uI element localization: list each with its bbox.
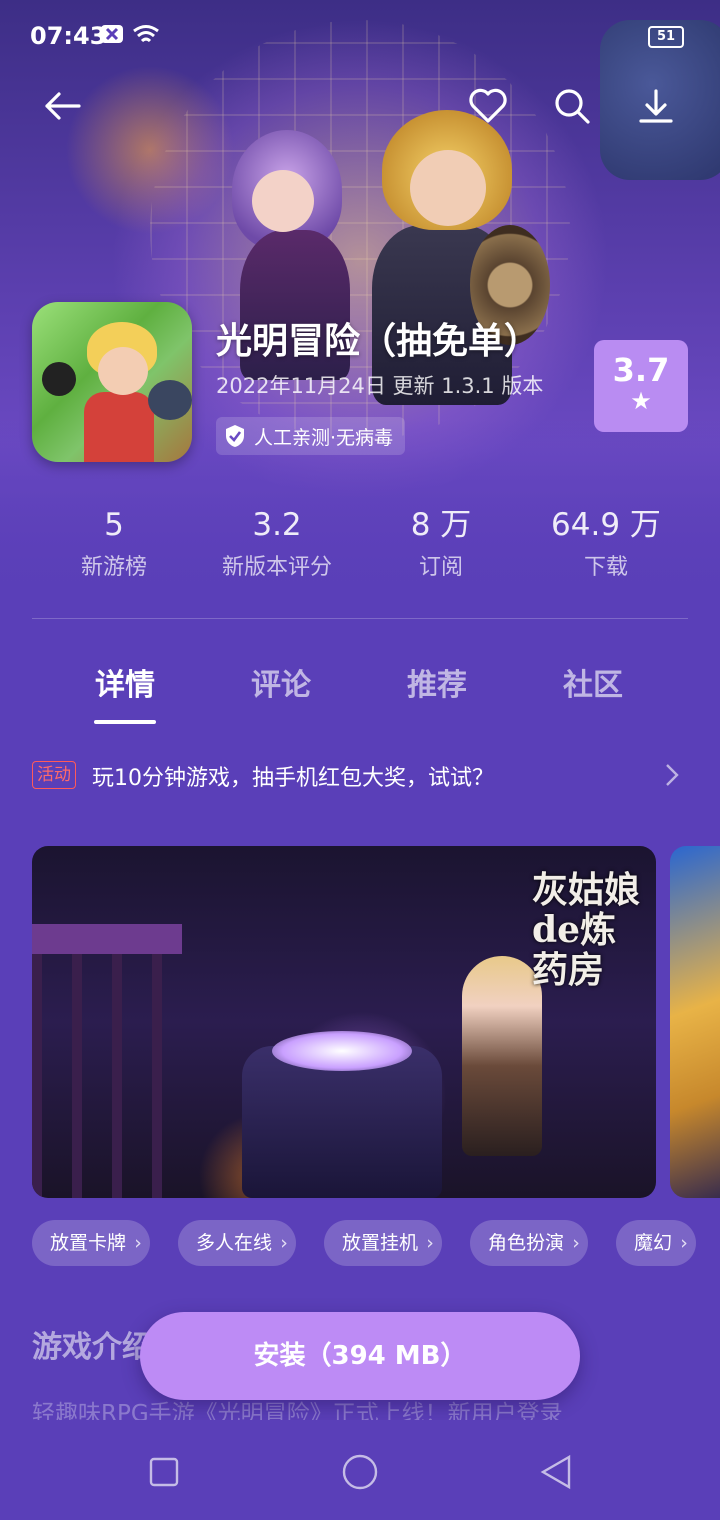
screenshot-cage-top [32,924,182,954]
tag-chip[interactable]: 多人在线 › [178,1220,297,1266]
back-button[interactable] [38,82,86,130]
heart-icon [469,88,507,123]
stat-label: 订阅 [418,555,463,580]
tag-label: 魔幻 [634,1232,673,1254]
search-icon [555,89,590,124]
chevron-right-icon [666,764,679,786]
shield-check-icon [226,425,244,447]
install-button[interactable]: 安装（394 MB） [140,1312,580,1400]
search-button[interactable] [548,82,596,130]
tag-chip[interactable]: 放置挂机 › [324,1220,443,1266]
divider [32,618,688,619]
hero-girl-face [252,170,314,232]
stat-value: 3.2 [252,507,302,543]
promo-tag: 活动 [32,761,76,789]
home-button[interactable] [340,1452,380,1492]
safety-badge-label: 人工亲测·无病毒 [254,426,394,449]
intro-title: 游戏介绍 [32,1330,152,1365]
tag-label: 放置挂机 [342,1232,419,1254]
wifi-icon [132,24,160,51]
star-icon: ★ [630,387,652,415]
app-title: 光明冒险（抽免单） [216,321,541,362]
chevron-right-icon: › [134,1232,142,1254]
tag-chip[interactable]: 放置卡牌 › [32,1220,151,1266]
stat-subscriptions[interactable]: 8 万 订阅 [361,505,521,581]
stat-label: 下载 [583,555,628,580]
screenshot-character [462,956,542,1156]
chevron-right-icon: › [680,1232,688,1254]
stat-value: 5 [104,507,124,543]
tab-indicator [94,720,156,724]
stat-value: 8 万 [410,507,472,543]
tab-community[interactable]: 社区 [563,660,623,704]
app-icon [32,302,192,462]
hero-boy-face [410,150,486,226]
promo-banner[interactable]: 活动 玩10分钟游戏，抽手机红包大奖，试试？ [32,756,688,796]
chevron-right-icon: › [426,1232,434,1254]
stat-rank[interactable]: 5 新游榜 [34,505,194,581]
app-icon-monster [148,380,192,420]
tab-reviews[interactable]: 评论 [251,660,311,704]
square-nav-icon [149,1457,179,1487]
stat-downloads[interactable]: 64.9 万 下载 [526,505,686,581]
tag-chip[interactable]: 魔幻 › [616,1220,697,1266]
app-icon-body [84,392,154,462]
status-bar: 07:43 51 [0,0,720,74]
tab-recommend[interactable]: 推荐 [407,660,467,704]
screenshot-cauldron-glow [272,1031,412,1071]
stat-label: 新游榜 [80,555,147,580]
circle-nav-icon [342,1454,378,1490]
tab-details[interactable]: 详情 [95,660,155,704]
promo-text: 玩10分钟游戏，抽手机红包大奖，试试？ [92,766,494,791]
stat-value: 64.9 万 [551,507,661,543]
download-manager-button[interactable] [632,82,680,130]
screenshot-1[interactable]: 灰姑娘de炼药房 [32,846,656,1198]
stat-label: 新版本评分 [221,555,332,580]
screenshot-cage [32,924,182,1198]
download-icon [639,89,673,123]
rating-value: 3.7 [612,351,670,389]
tag-chip[interactable]: 角色扮演 › [470,1220,589,1266]
triangle-back-nav-icon [540,1454,571,1490]
chevron-right-icon: › [572,1232,580,1254]
rating-badge[interactable]: 3.7 ★ [594,340,688,432]
recents-button[interactable] [144,1452,184,1492]
notification-icon [100,24,124,49]
chevron-right-icon: › [280,1232,288,1254]
app-icon-bomb [42,362,76,396]
stat-version-rating[interactable]: 3.2 新版本评分 [197,505,357,581]
tag-label: 放置卡牌 [50,1232,127,1254]
tag-label: 角色扮演 [488,1232,565,1254]
status-time: 07:43 [30,22,107,50]
favorite-button[interactable] [464,82,512,130]
system-back-button[interactable] [536,1452,576,1492]
screenshot-title: 灰姑娘de炼药房 [532,869,641,991]
tag-label: 多人在线 [196,1232,273,1254]
app-icon-face [98,347,148,395]
back-arrow-icon [45,92,81,120]
battery-indicator: 51 [648,26,684,48]
safety-badge[interactable]: 人工亲测·无病毒 [216,417,406,455]
app-update-meta: 2022年11月24日 更新 1.3.1 版本 [216,374,544,398]
screenshot-2[interactable] [670,846,720,1198]
system-nav-bar [0,1420,720,1520]
